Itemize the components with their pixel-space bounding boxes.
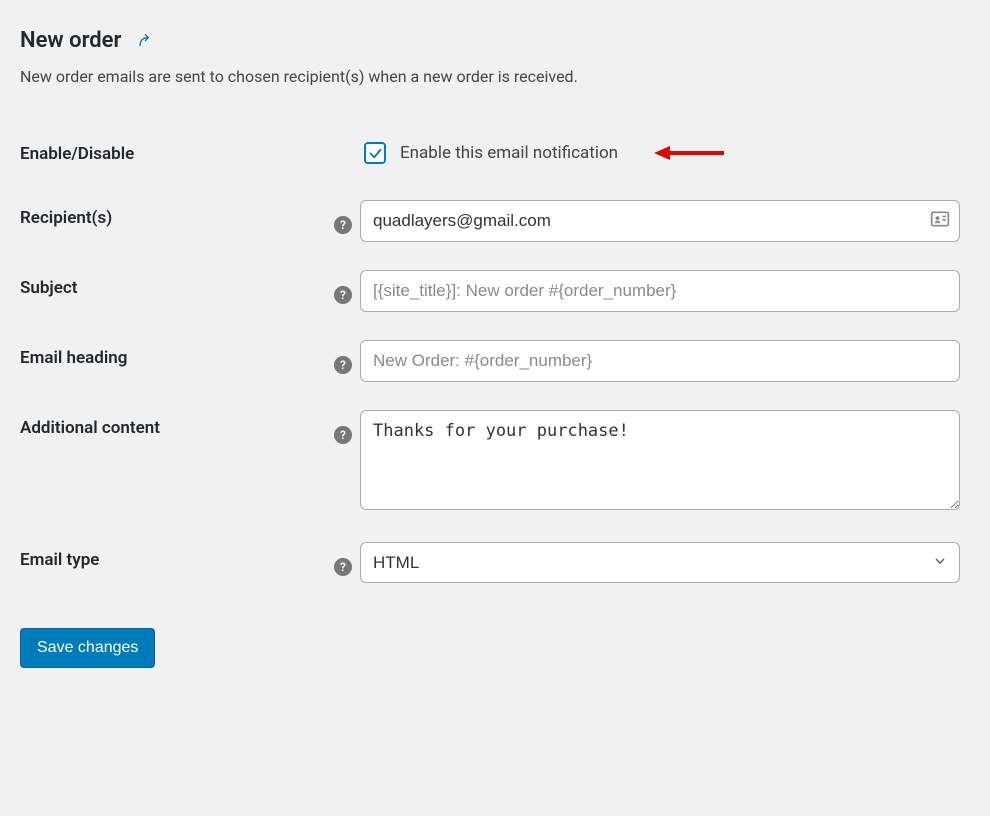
help-icon[interactable]: ? — [334, 426, 352, 444]
page-title-text: New order — [20, 28, 121, 53]
label-subject: Subject — [20, 256, 320, 326]
label-recipients: Recipient(s) — [20, 186, 320, 256]
subject-input[interactable] — [360, 270, 960, 312]
save-changes-button[interactable]: Save changes — [20, 628, 155, 668]
email-type-select[interactable]: HTML — [360, 542, 960, 583]
page-description: New order emails are sent to chosen reci… — [20, 67, 970, 86]
help-icon[interactable]: ? — [334, 558, 352, 576]
recipients-input[interactable] — [360, 200, 960, 242]
label-email-type: Email type — [20, 528, 320, 598]
page-title: New order — [20, 28, 970, 53]
annotation-arrow-icon — [654, 143, 724, 163]
help-icon[interactable]: ? — [334, 216, 352, 234]
back-link-icon[interactable] — [135, 31, 155, 51]
additional-content-textarea[interactable]: Thanks for your purchase! — [360, 410, 960, 510]
label-additional: Additional content — [20, 396, 320, 528]
enable-checkbox[interactable] — [364, 142, 386, 164]
help-icon[interactable]: ? — [334, 286, 352, 304]
email-heading-input[interactable] — [360, 340, 960, 382]
label-enable: Enable/Disable — [20, 122, 320, 186]
help-icon[interactable]: ? — [334, 356, 352, 374]
label-heading: Email heading — [20, 326, 320, 396]
enable-checkbox-label: Enable this email notification — [400, 143, 618, 163]
